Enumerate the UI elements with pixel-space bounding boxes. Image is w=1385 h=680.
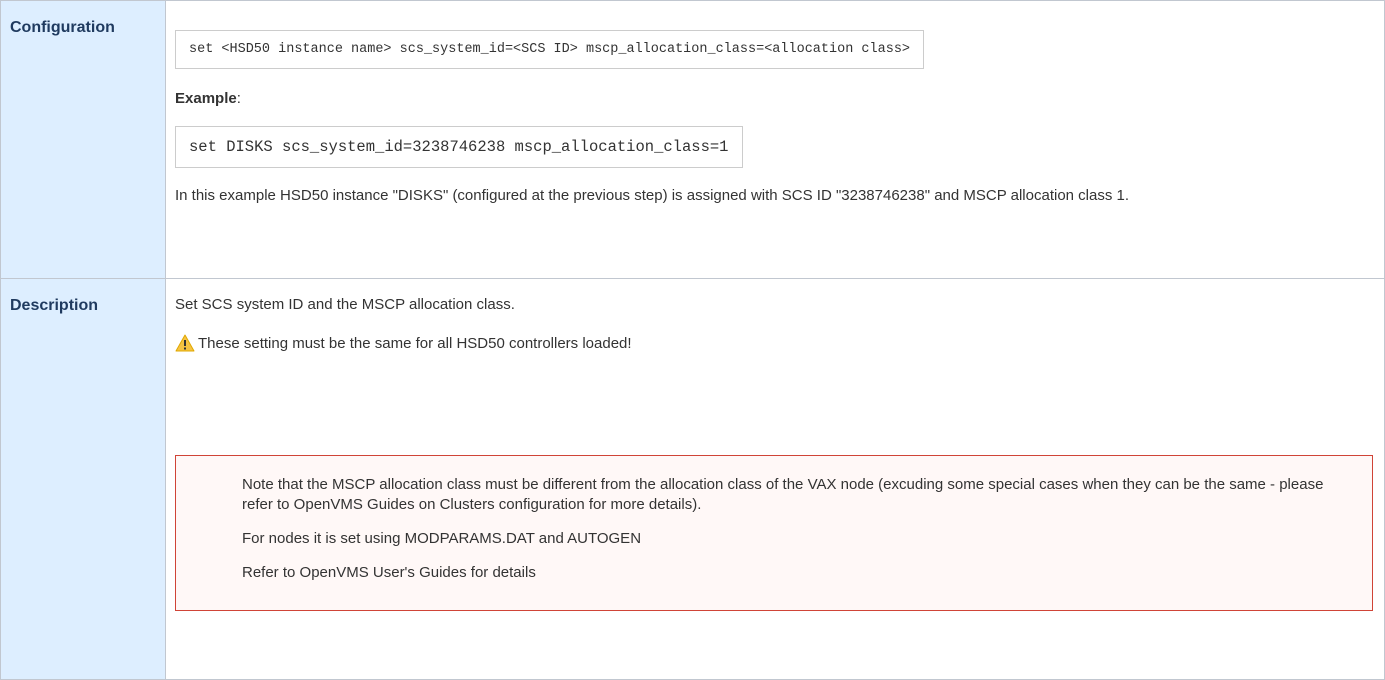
configuration-content: set <HSD50 instance name> scs_system_id=…	[165, 0, 1385, 279]
note-paragraph: Refer to OpenVMS User's Guides for detai…	[242, 564, 536, 581]
configuration-header: Configuration	[0, 0, 166, 279]
note-paragraph: For nodes it is set using MODPARAMS.DAT …	[242, 530, 642, 547]
note-paragraph: Note that the MSCP allocation class must…	[242, 476, 1324, 513]
configuration-row: Configuration set <HSD50 instance name> …	[0, 0, 1385, 279]
syntax-code-block: set <HSD50 instance name> scs_system_id=…	[175, 30, 925, 69]
example-label: Example	[175, 90, 237, 107]
configuration-table: Configuration set <HSD50 instance name> …	[0, 0, 1385, 680]
example-heading: Example:	[175, 90, 1375, 107]
example-colon: :	[236, 90, 241, 107]
note-panel: Note that the MSCP allocation class must…	[175, 455, 1373, 611]
description-summary: Set SCS system ID and the MSCP allocatio…	[175, 296, 515, 313]
description-header: Description	[0, 278, 166, 680]
warning-icon	[175, 334, 195, 352]
warning-text: These setting must be the same for all H…	[198, 334, 632, 352]
description-row: Description Set SCS system ID and the MS…	[0, 278, 1385, 680]
warning-line: These setting must be the same for all H…	[175, 334, 1375, 352]
description-content: Set SCS system ID and the MSCP allocatio…	[165, 278, 1385, 680]
example-code-block: set DISKS scs_system_id=3238746238 mscp_…	[175, 126, 743, 168]
example-explanation: In this example HSD50 instance "DISKS" (…	[175, 187, 1130, 204]
